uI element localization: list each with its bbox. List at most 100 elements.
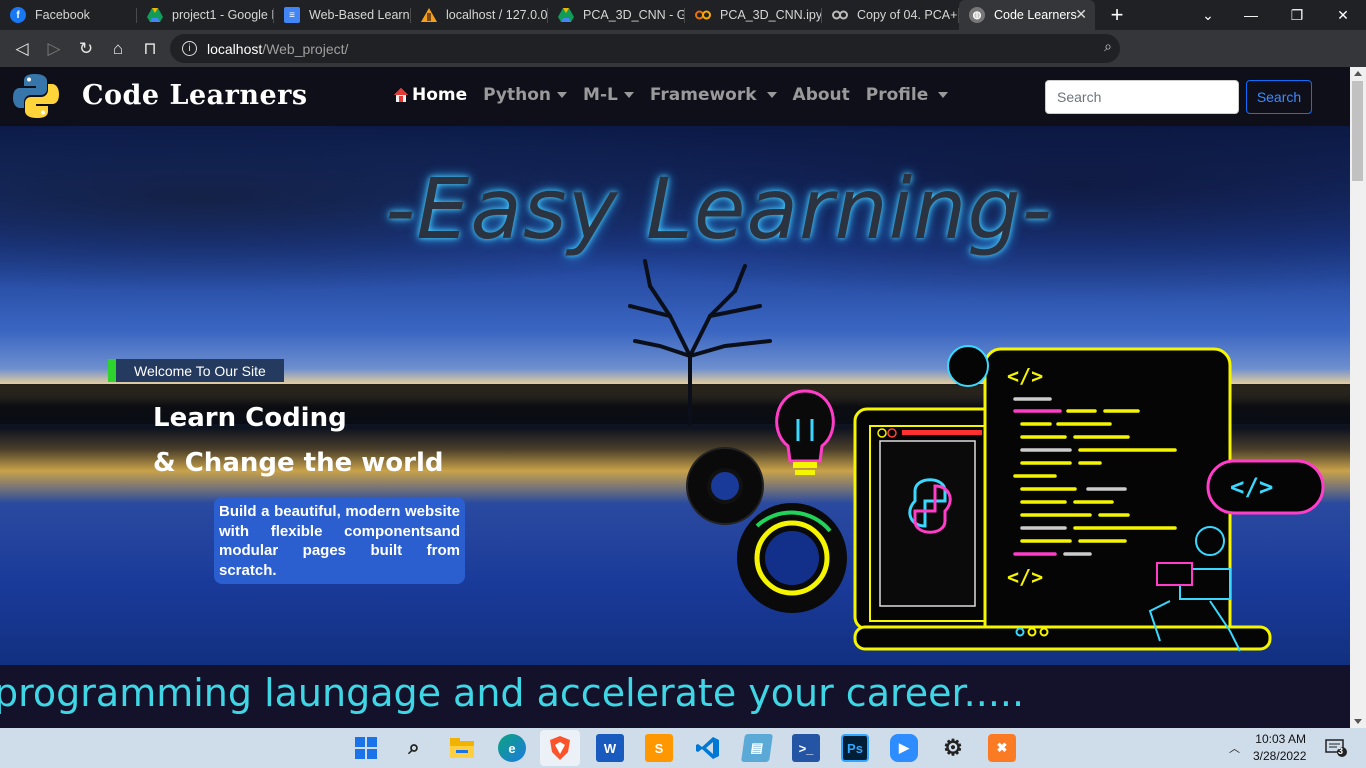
nav-python[interactable]: Python (483, 85, 568, 105)
bookmark-icon[interactable]: ⊓ (134, 33, 166, 65)
brave-taskbar-icon[interactable] (540, 730, 580, 766)
windows-start-icon[interactable] (352, 734, 380, 762)
close-tab-icon[interactable]: ✕ (1075, 6, 1087, 23)
minimize-button[interactable]: — (1228, 0, 1274, 30)
globe-icon: ◍ (969, 7, 985, 23)
settings-icon[interactable]: ⚙ (939, 734, 967, 762)
code-tag-bottom: </> (1007, 565, 1043, 589)
tab-search-chevron-icon[interactable]: ⌄ (1188, 0, 1228, 30)
caret-down-icon (938, 92, 949, 98)
url-text: localhost/Web_project/ (207, 40, 349, 57)
hero-description: Build a beautiful, modern website with f… (214, 497, 465, 584)
zoom-icon[interactable]: ⌕ (1104, 38, 1112, 55)
nav-about[interactable]: About (793, 85, 850, 105)
brand-name[interactable]: Code Learners (82, 80, 308, 111)
zoom-icon[interactable]: ▶ (890, 734, 918, 762)
tab-label: Facebook (35, 8, 90, 22)
tab-pca-drive[interactable]: PCA_3D_CNN - Google (548, 0, 685, 30)
browser-toolbar: ◁ ▷ ↻ ⌂ ⊓ i localhost/Web_project/ ⌕ G ✚… (0, 30, 1366, 87)
tab-colab-copy[interactable]: Copy of 04. PCA+M (822, 0, 959, 30)
windows-taskbar: ⌕ e W S ▤ >_ Ps ▶ ⚙ ✖ ︿ 10:03 AM 3/28/20… (0, 728, 1366, 768)
clock-date: 3/28/2022 (1253, 749, 1307, 763)
lightbulb-icon (775, 389, 835, 475)
nav-home[interactable]: Home (393, 85, 467, 105)
nav-ml[interactable]: M-L (583, 85, 634, 105)
google-drive-icon (558, 7, 574, 23)
google-docs-icon: ≡ (284, 7, 300, 23)
search-button[interactable]: Search (1246, 80, 1312, 114)
photoshop-icon[interactable]: Ps (841, 734, 869, 762)
tray-chevron-up-icon[interactable]: ︿ (1229, 740, 1240, 756)
sublime-icon[interactable]: S (645, 734, 673, 762)
notification-icon[interactable]: 3 (1325, 739, 1347, 757)
restore-button[interactable]: ❐ (1274, 0, 1320, 30)
forward-button[interactable]: ▷ (38, 33, 70, 65)
colab-icon (832, 7, 848, 23)
tab-facebook[interactable]: f Facebook (0, 0, 137, 30)
caret-down-icon (766, 92, 777, 98)
xampp-icon[interactable]: ✖ (988, 734, 1016, 762)
hero-headline: -Easy Learning- (385, 160, 1053, 258)
home-icon (394, 88, 408, 102)
nav-framework-label: Framework (649, 85, 757, 105)
nav-profile[interactable]: Profile (866, 85, 949, 105)
caret-down-icon (557, 92, 568, 98)
page-scrollbar[interactable] (1350, 67, 1366, 728)
marquee-text: programming laungage and accelerate your… (0, 671, 1025, 715)
site-info-icon[interactable]: i (182, 41, 197, 56)
google-drive-icon (147, 7, 163, 23)
main-menu: Home Python M-L Framework About Profile (393, 85, 949, 105)
window-controls: ⌄ — ❐ ✕ (1188, 0, 1366, 30)
reload-button[interactable]: ↻ (70, 33, 102, 65)
gear-icon (737, 503, 847, 613)
tab-label: Copy of 04. PCA+M (857, 8, 959, 22)
welcome-badge: Welcome To Our Site (108, 359, 284, 382)
site-navbar: Code Learners Home Python M-L Framework … (0, 67, 1350, 126)
nav-about-label: About (792, 85, 850, 105)
vscode-icon[interactable] (694, 734, 722, 762)
home-button[interactable]: ⌂ (102, 33, 134, 65)
marquee-banner: programming laungage and accelerate your… (0, 665, 1350, 728)
system-clock[interactable]: 10:03 AM 3/28/2022 (1253, 731, 1306, 765)
powershell-icon[interactable]: >_ (792, 734, 820, 762)
tab-label: localhost / 127.0.0.1 (446, 8, 548, 22)
scroll-down-icon[interactable] (1354, 719, 1362, 724)
word-icon[interactable]: W (596, 734, 624, 762)
notification-count: 3 (1338, 746, 1344, 756)
tab-label: Code Learners (994, 8, 1077, 22)
new-tab-button[interactable]: + (1103, 0, 1131, 30)
gear-icon (686, 447, 764, 525)
tab-google-drive[interactable]: project1 - Google Drive (137, 0, 274, 30)
tab-label: PCA_3D_CNN - Google (583, 8, 685, 22)
tab-label: project1 - Google Drive (172, 8, 274, 22)
phpmyadmin-icon (421, 7, 437, 23)
tab-label: PCA_3D_CNN.ipynb (720, 8, 822, 22)
nav-home-label: Home (412, 85, 468, 105)
nav-python-label: Python (483, 85, 552, 105)
search-input[interactable]: Search (1045, 80, 1239, 114)
code-bubble-icon: </> (1206, 459, 1325, 515)
close-window-button[interactable]: ✕ (1320, 0, 1366, 30)
scrollbar-thumb[interactable] (1352, 81, 1363, 181)
back-button[interactable]: ◁ (6, 33, 38, 65)
search-placeholder: Search (1057, 89, 1102, 105)
tab-label: Web-Based Learning (309, 8, 411, 22)
tab-colab-notebook[interactable]: PCA_3D_CNN.ipynb (685, 0, 822, 30)
neon-coding-illustration: </> </> </> (686, 345, 1325, 652)
code-tag-top: </> (1007, 364, 1043, 388)
file-explorer-icon[interactable] (448, 734, 476, 762)
browser-tab-strip: f Facebook project1 - Google Drive ≡ Web… (0, 0, 1366, 30)
scroll-up-icon[interactable] (1354, 71, 1362, 76)
address-bar[interactable]: i localhost/Web_project/ ⌕ (170, 34, 1120, 63)
tab-google-docs[interactable]: ≡ Web-Based Learning (274, 0, 411, 30)
caret-down-icon (623, 92, 634, 98)
tab-code-learners[interactable]: ◍ Code Learners ✕ (959, 0, 1095, 30)
tab-phpmyadmin[interactable]: localhost / 127.0.0.1 (411, 0, 548, 30)
colab-icon (695, 7, 711, 23)
nav-framework[interactable]: Framework (650, 85, 777, 105)
notepad-icon[interactable]: ▤ (741, 734, 773, 762)
python-logo-icon[interactable] (12, 72, 60, 120)
nav-ml-label: M-L (583, 85, 618, 105)
edge-icon[interactable]: e (498, 734, 526, 762)
search-icon[interactable]: ⌕ (400, 734, 428, 762)
